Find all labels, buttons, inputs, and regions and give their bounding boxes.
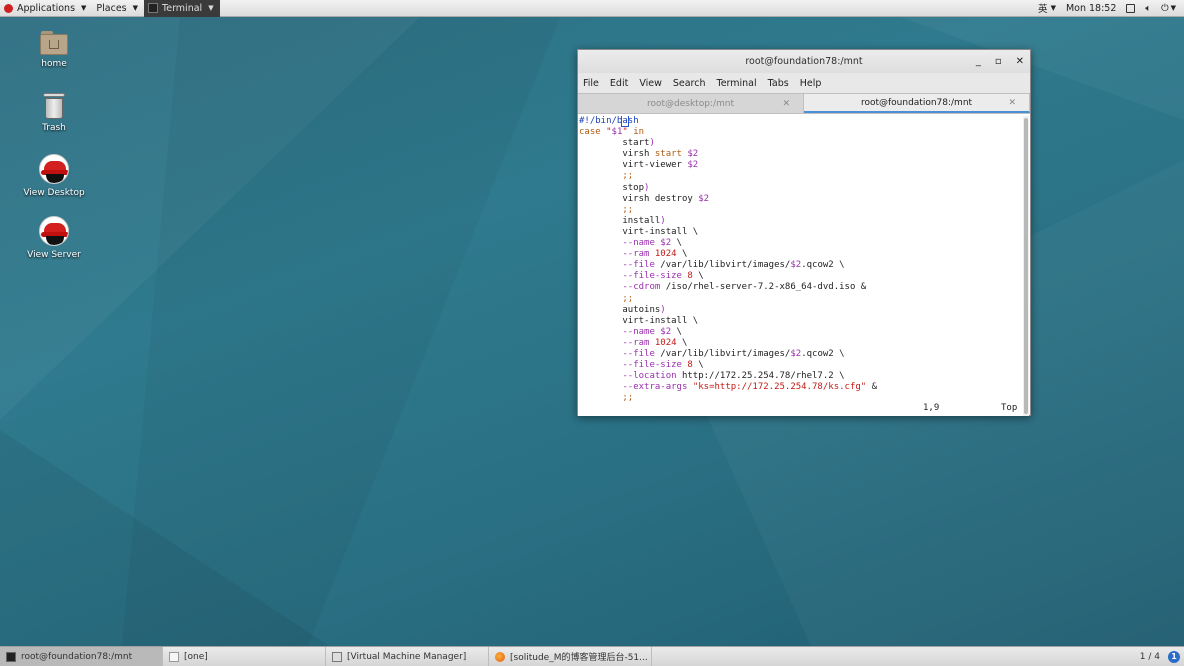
cursor-position: 1,9 (923, 403, 940, 413)
screen-icon[interactable] (1126, 3, 1136, 13)
tab-desktop[interactable]: root@desktop:/mnt ✕ (578, 94, 804, 113)
power-icon[interactable]: ⏻ ▼ (1161, 3, 1176, 14)
code-line: --file-size 8 \ (622, 360, 704, 371)
tab-close-icon[interactable]: ✕ (782, 99, 790, 109)
window-menubar: File Edit View Search Terminal Tabs Help (578, 73, 1030, 93)
task-label: [solitude_M的博客管理后台-51... (510, 653, 648, 663)
redhat-logo-icon (4, 3, 13, 13)
firefox-icon (495, 651, 505, 662)
places-label: Places (96, 2, 127, 14)
workspace-pager[interactable]: 1 / 4 (1140, 652, 1160, 662)
task-label: [Virtual Machine Manager] (347, 651, 467, 662)
menu-tabs[interactable]: Tabs (768, 78, 789, 89)
dropdown-arrow-icon: ▼ (208, 4, 214, 12)
tab-bar: root@desktop:/mnt ✕ root@foundation78:/m… (578, 93, 1030, 114)
code-line: virt-install \ (579, 315, 699, 326)
task-terminal[interactable]: root@foundation78:/mnt (0, 646, 163, 666)
code-line: ;; (579, 171, 634, 182)
scrollbar[interactable] (1023, 116, 1029, 416)
code-line: --file /var/lib/libvirt/images/$2.qcow2 … (622, 348, 845, 359)
desktop-icon-label: View Server (27, 250, 81, 260)
bottom-taskbar: root@foundation78:/mnt [one] [Virtual Ma… (0, 646, 1184, 666)
terminal-app-menu[interactable]: Terminal ▼ (144, 0, 220, 17)
desktop-icon-home[interactable]: home (14, 31, 94, 69)
applications-menu[interactable]: Applications ▼ (0, 0, 92, 17)
code-line: virsh destroy $2 (579, 193, 710, 204)
code-line: #!/bin/bash (579, 116, 639, 127)
code-line: --name $2 \ (622, 238, 682, 249)
code-line: stop) (579, 182, 650, 193)
redhat-icon (39, 216, 69, 246)
close-button[interactable]: ✕ (1016, 56, 1024, 67)
dropdown-arrow-icon: ▼ (1050, 4, 1056, 12)
desktop-icon-label: Trash (42, 123, 66, 133)
vim-statusline: 1,9 Top (578, 403, 1024, 414)
maximize-button[interactable]: ▫ (995, 56, 1002, 67)
tab-label: root@foundation78:/mnt (860, 97, 973, 108)
dropdown-arrow-icon: ▼ (132, 4, 139, 12)
code-line: --file-size 8 \ (622, 271, 704, 282)
document-icon (169, 651, 179, 662)
code-line: --location http://172.25.254.78/rhel7.2 … (622, 371, 845, 382)
code-line: --file /var/lib/libvirt/images/$2.qcow2 … (622, 260, 845, 271)
tab-foundation78[interactable]: root@foundation78:/mnt ✕ (804, 94, 1030, 113)
code-line: start) (579, 138, 655, 149)
code-line: install) (579, 215, 666, 226)
code-line: --ram 1024 \ (622, 249, 688, 260)
code-line: --name $2 \ (622, 326, 682, 337)
task-virt-manager[interactable]: [Virtual Machine Manager] (326, 646, 489, 666)
code-line: --ram 1024 \ (622, 337, 688, 348)
input-method-label: 英 (1038, 4, 1048, 15)
desktop-icon-view-server[interactable]: View Server (14, 216, 94, 260)
menu-search[interactable]: Search (673, 78, 706, 89)
terminal-window: root@foundation78:/mnt _ ▫ ✕ File Edit V… (577, 49, 1031, 416)
dropdown-arrow-icon: ▼ (81, 4, 87, 12)
code-line: ;; (579, 204, 634, 215)
terminal-content[interactable]: #!/bin/bash case "$1" in start) virsh st… (578, 116, 1024, 416)
top-panel: Applications ▼ Places ▼ Terminal ▼ 英 ▼ Mo… (0, 0, 1184, 17)
window-title: root@foundation78:/mnt (745, 56, 863, 67)
trash-icon (43, 93, 65, 119)
task-label: root@foundation78:/mnt (21, 651, 133, 662)
code-line: autoins) (579, 304, 666, 315)
minimize-button[interactable]: _ (976, 56, 981, 67)
volume-icon[interactable]: 🔈︎ (1145, 3, 1151, 14)
desktop-icon-label: home (41, 59, 67, 69)
tab-close-icon[interactable]: ✕ (1008, 98, 1016, 108)
desktop-icon-label: View Desktop (23, 188, 85, 198)
virt-manager-icon (332, 651, 342, 662)
menu-edit[interactable]: Edit (610, 78, 628, 89)
terminal-app-label: Terminal (162, 2, 203, 14)
code-line: case "$1" in (579, 127, 645, 138)
menu-view[interactable]: View (639, 78, 662, 89)
terminal-icon (148, 3, 159, 13)
menu-terminal[interactable]: Terminal (717, 78, 757, 89)
tab-label: root@desktop:/mnt (646, 98, 734, 109)
code-line: virt-install \ (579, 226, 699, 237)
code-line: virt-viewer $2 (579, 160, 699, 171)
code-line: virsh start $2 (579, 149, 699, 160)
clock[interactable]: Mon 18:52 (1066, 3, 1116, 14)
applications-label: Applications (17, 2, 76, 14)
code-line: ;; (579, 293, 634, 304)
code-line: --cdrom /iso/rhel-server-7.2-x86_64-dvd.… (622, 282, 867, 293)
menu-help[interactable]: Help (800, 78, 822, 89)
task-label: [one] (184, 651, 208, 662)
scrollbar-thumb[interactable] (1024, 118, 1028, 414)
task-one[interactable]: [one] (163, 646, 326, 666)
code-line: --extra-args "ks=http://172.25.254.78/ks… (622, 382, 878, 393)
notification-icon[interactable]: 1 (1168, 650, 1180, 663)
redhat-icon (39, 154, 69, 184)
desktop-icon-view-desktop[interactable]: View Desktop (14, 154, 94, 198)
window-titlebar[interactable]: root@foundation78:/mnt _ ▫ ✕ (578, 50, 1030, 73)
folder-home-icon (40, 31, 68, 55)
scroll-position: Top (1001, 403, 1018, 413)
terminal-icon (6, 651, 16, 662)
input-method-indicator[interactable]: 英 ▼ (1038, 1, 1056, 15)
task-firefox[interactable]: [solitude_M的博客管理后台-51... (489, 646, 652, 666)
places-menu[interactable]: Places ▼ (92, 0, 144, 17)
desktop-icon-trash[interactable]: Trash (14, 93, 94, 133)
menu-file[interactable]: File (583, 78, 599, 89)
